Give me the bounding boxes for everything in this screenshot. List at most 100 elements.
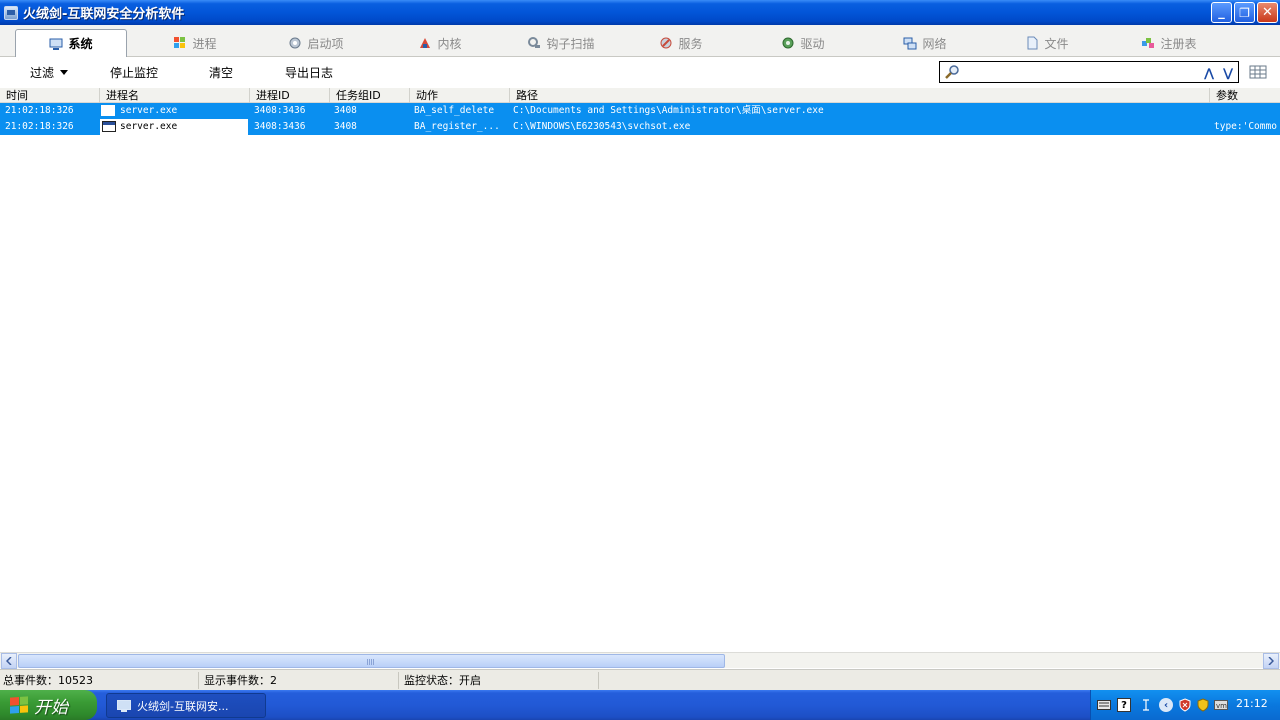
tab-network[interactable]: 网络	[894, 29, 956, 57]
export-log-label: 导出日志	[285, 65, 334, 80]
restore-button[interactable]: ❐	[1234, 2, 1255, 23]
tab-registry[interactable]: 注册表	[1132, 29, 1206, 57]
search-next-button[interactable]: ⋁	[1220, 65, 1236, 81]
horizontal-scrollbar[interactable]	[0, 652, 1280, 669]
tab-label: 钩子扫描	[546, 36, 595, 51]
windows-flag-icon	[173, 36, 187, 50]
window-title: 火绒剑-互联网安全分析软件	[23, 7, 185, 22]
tab-service[interactable]: 服务	[650, 29, 712, 57]
scroll-left-button[interactable]	[1, 653, 17, 669]
tab-file[interactable]: 文件	[1016, 29, 1078, 57]
shield-icon[interactable]	[1196, 698, 1210, 712]
app-window-icon	[117, 699, 131, 712]
export-log-button[interactable]: 导出日志	[285, 57, 333, 87]
chevron-down-icon: ⋁	[1222, 66, 1234, 80]
start-button[interactable]: 开始	[0, 690, 97, 720]
tab-kernel[interactable]: 内核	[405, 29, 475, 57]
windows-logo-icon	[10, 696, 28, 714]
table-row[interactable]: 21:02:18:326 server.exe 3408:3436 3408 B…	[0, 119, 1280, 135]
column-header-process[interactable]: 进程名	[100, 88, 250, 103]
cell-path: C:\WINDOWS\E6230543\svchsot.exe	[513, 121, 691, 132]
column-header-path[interactable]: 路径	[510, 88, 1210, 103]
tab-bar: 系统 进程 启动项 内核 钩子扫描 服务 驱动 网络 文件 注册表	[0, 25, 1280, 57]
tab-startup[interactable]: 启动项	[276, 29, 356, 57]
monitor-status: 监控状态：开启	[401, 672, 599, 689]
column-header-pid[interactable]: 进程ID	[250, 88, 330, 103]
column-settings-button[interactable]	[1249, 64, 1267, 80]
table-row[interactable]: 21:02:18:326 server.exe 3408:3436 3408 B…	[0, 103, 1280, 119]
search-icon	[945, 65, 959, 79]
cell-process: server.exe	[100, 103, 248, 119]
title-bar[interactable]: 火绒剑-互联网安全分析软件	[0, 0, 1280, 25]
cell-action: BA_register_...	[414, 121, 500, 132]
taskbar: 开始 火绒剑-互联网安... ? ‹ vm 21:12	[0, 690, 1280, 720]
column-header-action[interactable]: 动作	[410, 88, 510, 103]
cell-pid: 3408:3436	[254, 121, 306, 132]
tab-label: 网络	[922, 36, 947, 51]
tab-label: 服务	[678, 36, 703, 51]
tab-label: 系统	[68, 37, 93, 51]
network-icon	[903, 36, 917, 50]
kernel-icon	[418, 36, 432, 50]
scroll-right-button[interactable]	[1263, 653, 1279, 669]
help-icon[interactable]: ?	[1117, 698, 1131, 712]
minimize-button[interactable]: _	[1211, 2, 1232, 23]
vm-tools-icon[interactable]: vm	[1214, 698, 1228, 712]
cell-process: server.exe	[100, 119, 248, 135]
cell-group-id: 3408	[334, 121, 357, 132]
clear-button[interactable]: 清空	[209, 57, 233, 87]
file-icon	[1025, 36, 1039, 50]
tab-label: 驱动	[800, 36, 825, 51]
driver-icon	[781, 36, 795, 50]
taskbar-app-button[interactable]: 火绒剑-互联网安...	[106, 693, 266, 718]
clock: 21:12	[1236, 697, 1268, 710]
cell-param	[1214, 103, 1280, 119]
process-window-icon	[101, 105, 115, 116]
taskbar-app-label: 火绒剑-互联网安...	[137, 699, 229, 713]
table-header: 时间 进程名 进程ID 任务组ID 动作 路径 参数	[0, 88, 1280, 103]
search-input[interactable]	[964, 64, 1194, 80]
cell-time: 21:02:18:326	[5, 121, 74, 132]
stop-monitor-button[interactable]: 停止监控	[110, 57, 158, 87]
scroll-thumb[interactable]	[18, 654, 725, 668]
system-monitor-icon	[49, 37, 63, 51]
search-box[interactable]: ⋀ ⋁	[939, 61, 1239, 83]
tab-system[interactable]: 系统	[15, 29, 127, 57]
tab-process[interactable]: 进程	[160, 29, 230, 57]
close-button[interactable]: ✕	[1257, 2, 1278, 23]
filter-button[interactable]: 过滤	[30, 57, 69, 87]
chevron-up-icon: ⋀	[1203, 66, 1215, 80]
tab-label: 内核	[437, 36, 462, 51]
ime-icon[interactable]	[1139, 698, 1153, 712]
gear-icon	[288, 36, 302, 50]
total-events: 总事件数：10523	[0, 672, 199, 689]
cell-time: 21:02:18:326	[5, 105, 74, 116]
search-prev-button[interactable]: ⋀	[1201, 65, 1217, 81]
cell-path: C:\Documents and Settings\Administrator\…	[513, 105, 824, 116]
close-icon: ✕	[1262, 5, 1273, 20]
tab-driver[interactable]: 驱动	[772, 29, 834, 57]
grip-icon	[367, 659, 375, 665]
filter-label: 过滤	[30, 65, 55, 80]
keyboard-icon[interactable]	[1097, 698, 1111, 712]
registry-icon	[1141, 36, 1155, 50]
status-bar: 总事件数：10523 显示事件数：2 监控状态：开启	[0, 669, 1280, 690]
column-header-group-id[interactable]: 任务组ID	[330, 88, 410, 103]
expand-tray-icon[interactable]: ‹	[1159, 698, 1173, 712]
column-header-param[interactable]: 参数	[1210, 88, 1280, 103]
start-label: 开始	[34, 697, 68, 718]
process-window-icon	[102, 121, 116, 132]
cell-process-name: server.exe	[120, 121, 178, 132]
tab-label: 启动项	[307, 36, 344, 51]
column-header-time[interactable]: 时间	[0, 88, 100, 103]
app-icon	[4, 5, 18, 20]
cell-group-id: 3408	[334, 105, 357, 116]
security-shield-icon[interactable]	[1178, 698, 1192, 712]
cell-action: BA_self_delete	[414, 105, 495, 116]
tab-label: 文件	[1044, 36, 1069, 51]
chevron-right-icon	[1268, 657, 1274, 665]
cell-param: type:'Commo	[1214, 121, 1277, 132]
hook-scan-icon	[527, 36, 541, 50]
dropdown-arrow-icon	[60, 69, 69, 75]
tab-hook-scan[interactable]: 钩子扫描	[516, 29, 606, 57]
